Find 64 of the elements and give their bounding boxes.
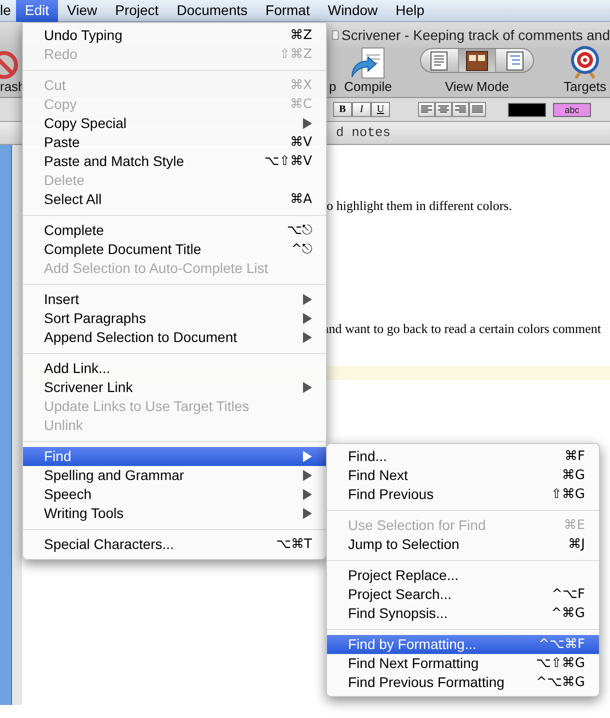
document-icon <box>332 28 339 42</box>
text-color-well[interactable] <box>508 102 546 116</box>
toolbar-label: Targets <box>564 79 606 94</box>
align-button[interactable] <box>418 102 435 117</box>
toolbar-label: rash <box>0 79 26 94</box>
menu-item[interactable]: Project Search... ^⌥F <box>327 585 599 604</box>
document-header-title: d notes <box>336 124 391 142</box>
menu-item[interactable]: Find by Formatting... ^⌥⌘F <box>327 635 599 654</box>
menu-item[interactable]: Append Selection to Document <box>23 328 326 347</box>
style-button[interactable]: B <box>333 102 352 117</box>
toolbar-label: View Mode <box>444 79 510 94</box>
menu-item[interactable]: Find... ⌘F <box>327 447 599 466</box>
menu-bar-item[interactable]: Help <box>386 0 434 22</box>
align-icon <box>455 105 466 114</box>
align-button[interactable] <box>469 102 486 117</box>
menu-bar-item[interactable]: Project <box>106 0 168 22</box>
menu-item[interactable]: Select All ⌘A <box>23 190 326 209</box>
menu-bar-item[interactable]: Window <box>318 0 387 22</box>
menu-bar-item[interactable]: Edit <box>16 0 58 22</box>
align-icon <box>438 105 449 114</box>
no-entry-icon <box>0 51 20 79</box>
highlight-color-well[interactable]: abc <box>553 102 591 116</box>
align-button[interactable] <box>452 102 469 117</box>
editor-text: to highlight them in different colors. <box>323 198 513 214</box>
menu-item[interactable]: Complete ⌥⎋ <box>23 221 326 240</box>
menu-item[interactable]: Project Replace... <box>327 566 599 585</box>
menu-bar-item[interactable]: View <box>58 0 106 22</box>
menu-item[interactable]: Find Next Formatting ⌥⇧⌘G <box>327 654 599 673</box>
menu-item[interactable]: Insert <box>23 290 326 309</box>
menu-item[interactable]: Find Previous Formatting ^⌥⌘G <box>327 673 599 692</box>
editor-text: and want to go back to read a certain colors comment <box>323 321 602 337</box>
align-button[interactable] <box>435 102 452 117</box>
style-button[interactable]: U <box>371 102 390 117</box>
menu-item[interactable]: Copy Special <box>23 114 326 133</box>
menu-item[interactable]: Add Link... <box>23 359 326 378</box>
menu-bar-item[interactable]: Documents <box>168 0 257 22</box>
menu-item[interactable]: Special Characters... ⌥⌘T <box>23 535 326 554</box>
toolbar-label: p <box>329 79 336 94</box>
menu-item[interactable]: Writing Tools <box>23 504 326 523</box>
window-title: Scrivener - Keeping track of comments and <box>342 26 610 45</box>
target-icon <box>568 45 602 79</box>
menu-item[interactable]: Complete Document Title ^⎋ <box>23 240 326 259</box>
menu-bar-item[interactable]: le <box>0 0 16 22</box>
outline-icon <box>506 50 524 70</box>
menu-bar-item[interactable]: Format <box>256 0 319 22</box>
toolbar-label: Compile <box>344 79 392 94</box>
corkboard-icon <box>466 50 488 70</box>
menu-item[interactable]: Speech <box>23 485 326 504</box>
menu-item[interactable]: Scrivener Link <box>23 378 326 397</box>
menu-item[interactable]: Jump to Selection ⌘J <box>327 535 599 554</box>
document-icon <box>430 50 448 70</box>
align-icon <box>472 105 483 114</box>
style-button[interactable]: I <box>352 102 371 117</box>
menu-item[interactable]: Find <box>23 447 326 466</box>
menu-item[interactable]: Find Synopsis... ^⌘G <box>327 604 599 623</box>
view-mode-segment[interactable] <box>458 49 496 72</box>
menu-item[interactable]: Paste ⌘V <box>23 133 326 152</box>
menu-item[interactable]: Spelling and Grammar <box>23 466 326 485</box>
menu-item[interactable]: Find Next ⌘G <box>327 466 599 485</box>
menu-item[interactable]: Paste and Match Style ⌥⇧⌘V <box>23 152 326 171</box>
menu-item[interactable]: Sort Paragraphs <box>23 309 326 328</box>
align-icon <box>421 105 432 114</box>
menu-item[interactable]: Undo Typing ⌘Z <box>23 26 326 45</box>
menu-item[interactable]: Find Previous ⇧⌘G <box>327 485 599 504</box>
